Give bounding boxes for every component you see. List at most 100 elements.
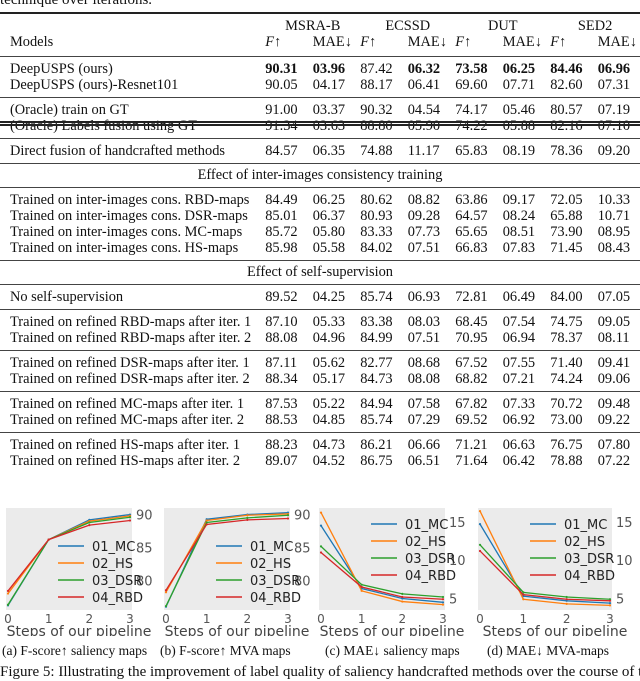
data-point [205, 519, 208, 522]
metric-value: 84.49 [265, 187, 313, 208]
metric-value: 06.51 [407, 453, 441, 469]
metric-value: 87.53 [265, 391, 313, 412]
x-axis-label: Steps of our pipeline [165, 624, 310, 636]
data-point [6, 603, 10, 606]
metric-value: 07.80 [597, 432, 640, 453]
metric-value: 04.54 [407, 97, 456, 118]
metric-value: 90.31 [265, 56, 313, 77]
metric-value: 08.51 [502, 224, 536, 240]
data-point [565, 595, 568, 599]
metric-value: 04.52 [312, 453, 346, 469]
legend-label: 04_RBD [92, 591, 143, 606]
metric-value: 85.74 [360, 412, 393, 428]
table-row: DeepUSPS (ours) 90.31 03.96 87.42 06.32 73.58… [0, 56, 640, 77]
data-point [441, 598, 445, 601]
metric-value: 72.05 [550, 187, 598, 208]
metric-value: 74.88 [360, 138, 408, 164]
metric-value: 66.83 [455, 240, 488, 256]
model-name: Trained on refined MC-maps after iter. 1 [0, 391, 266, 412]
data-point [246, 518, 249, 521]
metric-value: 04.17 [312, 77, 346, 93]
metric-value: 84.00 [550, 284, 598, 310]
data-point [128, 519, 132, 522]
metric-value: 04.73 [312, 432, 361, 453]
metric-value: 09.41 [597, 350, 640, 371]
x-axis-label: Steps of our pipeline [320, 624, 465, 636]
metric-value: 08.68 [407, 350, 456, 371]
metric-value: 85.98 [265, 240, 298, 256]
metric-value: 86.21 [360, 432, 408, 453]
metric-value: 10.71 [597, 208, 631, 224]
data-point [246, 514, 249, 517]
model-name: No self-supervision [0, 284, 266, 310]
figure-b: 80 85 90 0 1 2 3 Steps of our pipeline 01_MC 02_H… [158, 506, 318, 636]
metric-value: 72.81 [455, 284, 503, 310]
metric-value: 06.66 [407, 432, 456, 453]
metric-value: 82.60 [550, 77, 583, 93]
metric-value: 82.77 [360, 350, 408, 371]
metric-value: 06.92 [502, 412, 536, 428]
metric-header: F↑ [360, 34, 377, 50]
y-tick-label: 90 [294, 509, 311, 524]
data-point [164, 591, 168, 594]
metric-value: 05.62 [312, 350, 361, 371]
model-name: DeepUSPS (ours) [0, 56, 266, 77]
metric-value: 05.17 [312, 371, 346, 387]
metric-value: 83.38 [360, 309, 408, 330]
metric-value: 06.96 [597, 56, 640, 77]
table-bottom-rule [0, 121, 640, 123]
metric-value: 78.36 [550, 138, 598, 164]
metric-value: 06.37 [312, 208, 346, 224]
data-point [478, 543, 482, 546]
table-row: Trained on refined MC-maps after iter. 2… [0, 412, 640, 433]
data-point [608, 599, 612, 602]
header-row-datasets: MSRA-B ECSSD DUT SED2 [0, 12, 640, 34]
legend-label: 01_MC [564, 518, 607, 533]
data-point [128, 516, 132, 519]
caption-c: (c) MAE↓ saliency maps [325, 643, 460, 658]
data-point [286, 514, 290, 517]
metric-value: 07.54 [502, 309, 551, 330]
figure-d: 5 10 15 0 1 2 3 Steps of our pipeline 01_MC 02_HS… [472, 506, 640, 636]
data-point [164, 604, 168, 608]
metric-value: 06.63 [502, 432, 551, 453]
table-row: Direct fusion of handcrafted methods 84.5… [0, 138, 640, 164]
data-point [401, 595, 404, 599]
data-point [88, 521, 91, 524]
line-chart-0: 8085900 1 2 3Steps of our pipeline01_MC02_H… [4, 508, 153, 636]
metric-value: 87.11 [265, 350, 313, 371]
metric-value: 07.19 [597, 97, 640, 118]
model-name: Trained on inter-images cons. DSR-maps [10, 208, 248, 224]
data-point [360, 583, 363, 586]
metric-value: 65.65 [455, 224, 488, 240]
metric-value: 08.08 [407, 371, 441, 387]
legend-label: 03_DSR [250, 574, 300, 589]
legend-label: 04_RBD [250, 591, 301, 606]
legend-label: 02_HS [92, 557, 133, 572]
section-title: Effect of self-supervision [0, 260, 640, 285]
metric-value: 09.06 [597, 371, 631, 387]
metric-value: 07.51 [407, 240, 441, 256]
metric-value: 09.17 [502, 187, 551, 208]
model-name: (Oracle) train on GT [0, 97, 266, 118]
model-name: Trained on refined HS-maps after iter. 2 [10, 453, 241, 469]
metric-value: 84.46 [550, 56, 598, 77]
y-tick-label: 15 [616, 516, 633, 531]
header-row-metrics: Models F↑ MAE↓ F↑ MAE↓ F↑ MAE↓ F↑ MAE↓ [0, 34, 640, 57]
table-bottom-rule-2 [0, 124, 640, 126]
metric-value: 87.42 [360, 56, 408, 77]
metric-value: 84.73 [360, 371, 393, 387]
table-row: No self-supervision 89.52 04.25 85.74 06.93 7… [0, 284, 640, 310]
table-row: Trained on refined DSR-maps after iter. … [0, 350, 640, 371]
legend-label: 03_DSR [405, 552, 455, 567]
dataset-header: SED2 [550, 12, 640, 34]
dataset-header: ECSSD [360, 12, 456, 34]
metric-value: 65.88 [550, 208, 583, 224]
metric-value: 65.83 [455, 138, 503, 164]
metric-value: 09.28 [407, 208, 441, 224]
line-chart-1: 8085900 1 2 3Steps of our pipeline01_MC02_H… [162, 508, 311, 636]
dataset-header: MSRA-B [265, 12, 361, 34]
caption-a: (a) F-score↑ saliency maps [2, 643, 148, 658]
table-row: (Oracle) train on GT 91.00 03.37 90.32 04.54… [0, 97, 640, 118]
metric-value: 06.41 [407, 77, 441, 93]
